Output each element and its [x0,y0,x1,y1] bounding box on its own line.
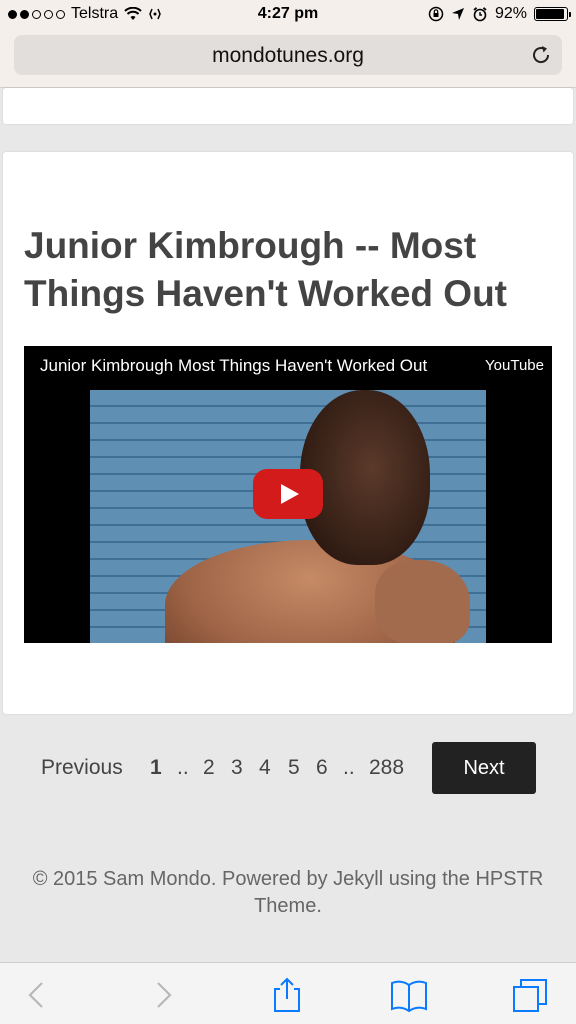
location-arrow-icon [451,8,464,20]
previous-link[interactable]: Previous [41,756,123,780]
tabs-icon[interactable] [510,975,550,1015]
share-icon[interactable] [267,975,307,1015]
battery-icon [534,7,571,21]
thumbnail-person-hand [375,560,470,643]
page-ellipsis: .. [343,756,355,779]
page-link-4[interactable]: 4 [259,756,271,780]
address-bar[interactable]: mondotunes.org [14,35,562,75]
video-embed[interactable]: Junior Kimbrough Most Things Haven't Wor… [24,346,552,643]
bookmarks-icon[interactable] [389,975,429,1015]
previous-post-card [3,88,573,124]
site-footer: © 2015 Sam Mondo. Powered by Jekyll usin… [32,868,544,917]
reload-icon[interactable] [530,44,552,66]
status-right: 92% [428,5,571,23]
page-link-5[interactable]: 5 [288,756,300,780]
battery-percent: 92% [494,5,527,22]
battery-fill [536,9,564,19]
page-ellipsis: .. [177,756,189,779]
url-text[interactable]: mondotunes.org [14,44,562,68]
next-button[interactable]: Next [432,742,536,794]
browser-chrome: mondotunes.org [0,30,576,88]
play-icon[interactable] [253,469,323,519]
forward-icon[interactable] [144,975,184,1015]
page-link-2[interactable]: 2 [203,756,215,780]
youtube-logo[interactable]: YouTube [485,357,544,374]
page-link-288[interactable]: 288 [369,756,404,780]
page-link-3[interactable]: 3 [231,756,243,780]
alarm-icon [473,7,487,22]
page-link-6[interactable]: 6 [316,756,328,780]
page-current: 1 [150,756,162,779]
pagination: Previous 1 .. 2 3 4 5 6 .. 288 Next [0,742,576,794]
browser-toolbar [0,962,576,1024]
video-title[interactable]: Junior Kimbrough Most Things Haven't Wor… [40,356,427,376]
post-title[interactable]: Junior Kimbrough -- Most Things Haven't … [24,222,544,318]
status-bar: Telstra 4:27 pm 92% [0,0,576,30]
video-title-bar: Junior Kimbrough Most Things Haven't Wor… [24,346,552,386]
back-icon[interactable] [16,975,56,1015]
post-card: Junior Kimbrough -- Most Things Haven't … [3,152,573,714]
rotation-lock-icon [428,6,444,22]
